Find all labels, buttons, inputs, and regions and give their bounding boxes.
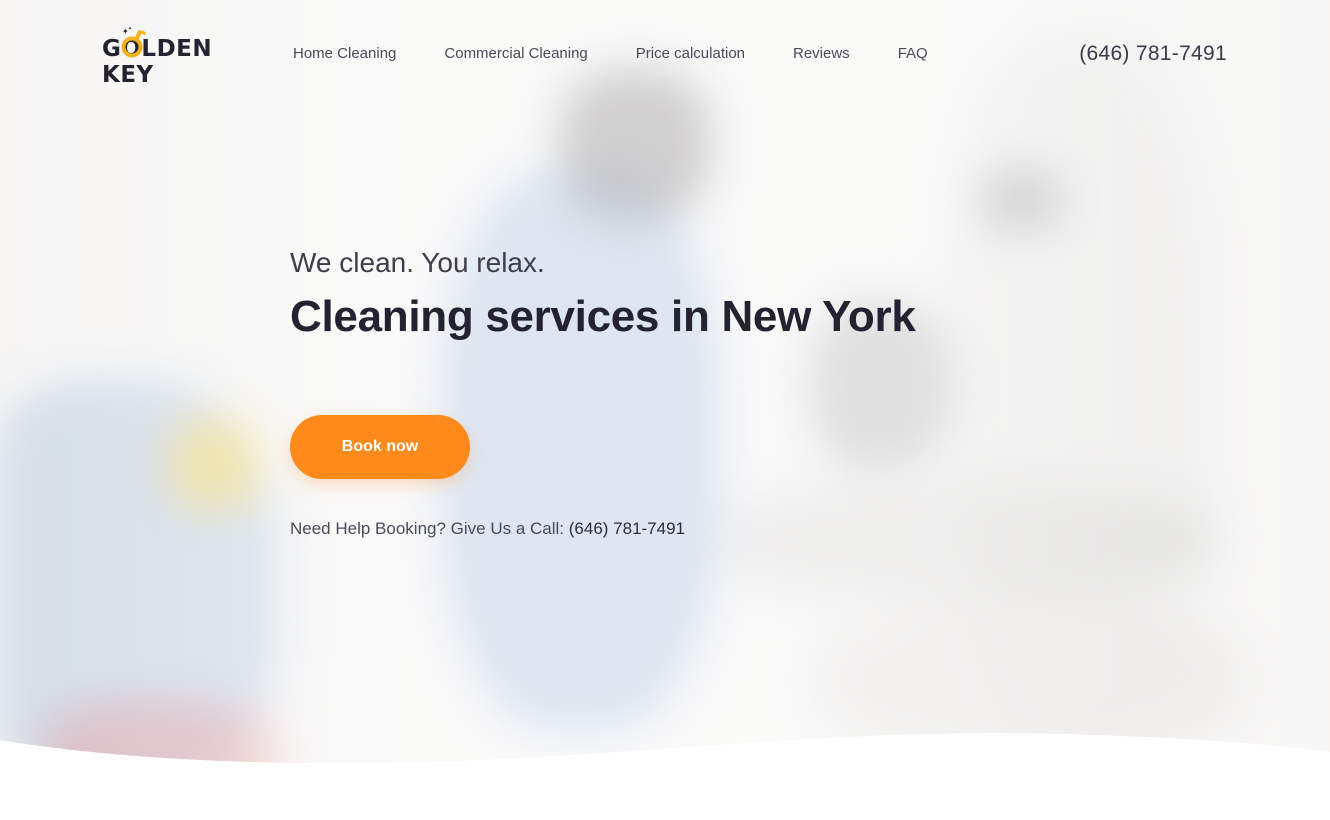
header-phone-link[interactable]: (646) 781-7491 xyxy=(1079,42,1227,66)
nav-home-cleaning[interactable]: Home Cleaning xyxy=(293,45,396,62)
page: GOLDEN ✦ ✦ KEY Home Cleaning Commercial … xyxy=(0,0,1330,820)
book-now-button[interactable]: Book now xyxy=(290,415,470,479)
help-booking-label: Need Help Booking? Give Us a Call: xyxy=(290,519,569,538)
bottom-wave-divider xyxy=(0,733,1330,820)
key-icon: ✦ ✦ xyxy=(121,26,147,58)
nav-faq[interactable]: FAQ xyxy=(898,45,928,62)
logo-text-golden: GOLDEN xyxy=(102,36,213,62)
help-phone-link[interactable]: (646) 781-7491 xyxy=(569,519,685,538)
help-booking-text: Need Help Booking? Give Us a Call: (646)… xyxy=(290,519,685,539)
nav-commercial-cleaning[interactable]: Commercial Cleaning xyxy=(444,45,587,62)
site-header: GOLDEN ✦ ✦ KEY Home Cleaning Commercial … xyxy=(0,0,1330,110)
hero-headline: Cleaning services in New York xyxy=(290,291,916,341)
main-nav: Home Cleaning Commercial Cleaning Price … xyxy=(293,45,928,62)
logo[interactable]: GOLDEN ✦ ✦ KEY xyxy=(102,26,214,88)
hero-tagline: We clean. You relax. xyxy=(290,247,545,278)
nav-price-calculation[interactable]: Price calculation xyxy=(636,45,745,62)
hero-section: We clean. You relax. Cleaning services i… xyxy=(290,247,1050,538)
nav-reviews[interactable]: Reviews xyxy=(793,45,850,62)
background-overlay xyxy=(0,0,1330,820)
svg-text:✦: ✦ xyxy=(128,26,132,32)
logo-text-key: KEY xyxy=(102,62,154,88)
